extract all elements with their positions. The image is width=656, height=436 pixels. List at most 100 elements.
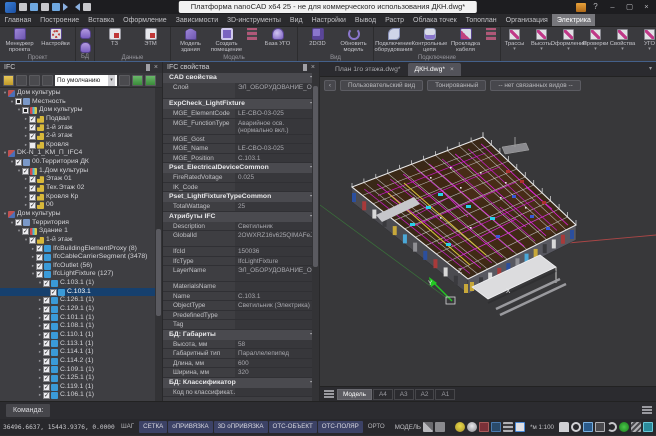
- tree-item[interactable]: ▸✓Подвал: [0, 115, 162, 124]
- checkbox[interactable]: ✓: [43, 349, 50, 356]
- new-file-icon[interactable]: [19, 3, 27, 11]
- annotation-scale-icon[interactable]: [515, 422, 525, 432]
- viewport-control-button[interactable]: Пользовательский вид: [340, 80, 423, 91]
- property-row[interactable]: PredefinedType: [163, 311, 319, 321]
- update-icon[interactable]: [576, 3, 586, 12]
- status-toggle[interactable]: СЕТКА: [139, 421, 167, 433]
- checkbox[interactable]: ✓: [43, 323, 50, 330]
- checkbox[interactable]: ✓: [36, 254, 43, 261]
- ribbon-dropdown-button[interactable]: УГО▾: [636, 27, 656, 61]
- display-settings-icon[interactable]: [643, 422, 653, 432]
- tree-item[interactable]: ▾✓Территория: [0, 219, 162, 228]
- export-icon[interactable]: [16, 75, 27, 86]
- ribbon-tab[interactable]: Вид: [285, 14, 307, 26]
- status-toggle[interactable]: ОРТО: [364, 421, 389, 433]
- ribbon-tab[interactable]: Построение: [36, 14, 84, 26]
- checkbox[interactable]: ✓: [43, 358, 50, 365]
- help-button[interactable]: ?: [588, 1, 603, 13]
- ribbon-dropdown-button[interactable]: Проверки▾: [582, 27, 609, 61]
- minimize-button[interactable]: –: [605, 1, 620, 13]
- panel-close-icon[interactable]: ×: [154, 64, 158, 71]
- tree-item[interactable]: ▸✓C.129.1 (1): [0, 305, 162, 314]
- ribbon-button[interactable]: [78, 27, 92, 39]
- close-button[interactable]: ×: [639, 1, 654, 13]
- property-row[interactable]: MGE_Gost: [163, 135, 319, 145]
- orbit-icon[interactable]: [607, 422, 617, 432]
- property-row[interactable]: LayerNameЭЛ_ОБОРУДОВАНИЕ_Освещение_Авари…: [163, 266, 319, 282]
- ribbon-tab[interactable]: Облака точек: [409, 14, 462, 26]
- checkbox[interactable]: ✓: [22, 228, 29, 235]
- checkbox[interactable]: ✓: [43, 340, 50, 347]
- tab-list-caret-icon[interactable]: ▾: [649, 63, 652, 76]
- tree-item[interactable]: ▸✓C.126.1 (1): [0, 296, 162, 305]
- tree-item[interactable]: ▸✓C.109.1 (1): [0, 366, 162, 375]
- ribbon-button[interactable]: Контрольные цепи: [412, 27, 447, 54]
- checkbox[interactable]: ✓: [43, 306, 50, 313]
- checkbox[interactable]: ✓: [29, 124, 36, 131]
- move-up-icon[interactable]: [42, 75, 53, 86]
- property-row[interactable]: Код по классификат...: [163, 388, 319, 398]
- tab-close-icon[interactable]: ×: [450, 66, 454, 73]
- status-toggle[interactable]: ОТС-ПОЛЯР: [318, 421, 363, 433]
- sort-icon[interactable]: [119, 75, 130, 86]
- checkbox[interactable]: ✓: [36, 245, 43, 252]
- property-row[interactable]: MGE_FunctionTypeАварийное осв. (нормальн…: [163, 119, 319, 135]
- checkbox[interactable]: ✓: [29, 194, 36, 201]
- checkbox[interactable]: ✓: [29, 202, 36, 209]
- property-section-header[interactable]: ExpCheck_LightFixture−: [163, 99, 319, 109]
- ribbon-button[interactable]: ТЗ: [97, 27, 132, 54]
- status-toggle[interactable]: 3D оПРИВЯЗКА: [214, 421, 268, 433]
- open-file-icon[interactable]: [30, 3, 38, 11]
- checkbox[interactable]: ✓: [15, 219, 22, 226]
- ribbon-tab[interactable]: Зависимости: [171, 14, 222, 26]
- pin-icon[interactable]: [146, 64, 150, 71]
- property-row[interactable]: IfcId150036: [163, 247, 319, 257]
- checkbox[interactable]: ✓: [29, 237, 36, 244]
- ribbon-button[interactable]: База УГО: [260, 27, 295, 54]
- checkbox[interactable]: ✓: [43, 314, 50, 321]
- checkbox[interactable]: ✓: [43, 366, 50, 373]
- sheet-menu-icon[interactable]: [324, 390, 334, 398]
- tree-item[interactable]: ▸✓Кровля Кр: [0, 193, 162, 202]
- property-section-header[interactable]: БД: Классификатор−: [163, 378, 319, 388]
- viewport-control-button[interactable]: Тонированный: [427, 80, 486, 91]
- zoom-window-icon[interactable]: [583, 422, 593, 432]
- ribbon-tab[interactable]: Растр: [381, 14, 409, 26]
- checkbox[interactable]: ✓: [43, 332, 50, 339]
- tree-item[interactable]: ▾✓00.Территория ДК: [0, 158, 162, 167]
- property-row[interactable]: IK_Code: [163, 183, 319, 193]
- tree-item[interactable]: ▾✓C.103.1 (1): [0, 279, 162, 288]
- maximize-button[interactable]: ▢: [622, 1, 637, 13]
- property-row[interactable]: MGE_PositionC.103.1: [163, 154, 319, 164]
- tree-item[interactable]: ▸✓C.113.1 (1): [0, 340, 162, 349]
- workspace-icon[interactable]: [423, 422, 433, 432]
- ribbon-button[interactable]: ЭТМ: [133, 27, 168, 54]
- sheet-tab[interactable]: A4: [373, 389, 393, 400]
- property-row[interactable]: TotalWattage25: [163, 202, 319, 212]
- ribbon-button[interactable]: Модель здания: [173, 27, 208, 54]
- ribbon-tab[interactable]: Вывод: [350, 14, 380, 26]
- tree-item[interactable]: ▸✓C.106.1 (1): [0, 391, 162, 400]
- checkbox[interactable]: [29, 142, 36, 149]
- db-link-icon[interactable]: [132, 75, 143, 86]
- tree-item[interactable]: ▸✓C.114.1 (1): [0, 348, 162, 357]
- property-row[interactable]: MGE_ElementCodeLE-CBO-03-025: [163, 109, 319, 119]
- viewport-control-button[interactable]: -- нет связанных видов --: [490, 80, 580, 91]
- tree-item[interactable]: ▾✓1-й этаж: [0, 236, 162, 245]
- properties-scrollbar[interactable]: [312, 73, 319, 401]
- checkbox[interactable]: ✓: [36, 271, 43, 278]
- ribbon-tab[interactable]: Топоплан: [461, 14, 501, 26]
- tree-scrollbar[interactable]: [155, 88, 162, 401]
- sheet-tab[interactable]: A1: [435, 389, 455, 400]
- document-tab[interactable]: План 1го этажа.dwg*: [328, 63, 408, 76]
- layers-icon[interactable]: [631, 422, 641, 432]
- tree-item[interactable]: ▸✓IfcBuildingElementProxy (8): [0, 245, 162, 254]
- tree-item[interactable]: ▾Дом культуры: [0, 89, 162, 98]
- save-icon[interactable]: [41, 3, 49, 11]
- tree-item[interactable]: ▸✓C.119.1 (1): [0, 383, 162, 392]
- checkbox[interactable]: ✓: [15, 159, 22, 166]
- checkbox[interactable]: ✓: [29, 176, 36, 183]
- ribbon-button[interactable]: [245, 27, 259, 40]
- checkbox[interactable]: ✓: [43, 392, 50, 399]
- property-row[interactable]: Высота, мм58: [163, 340, 319, 350]
